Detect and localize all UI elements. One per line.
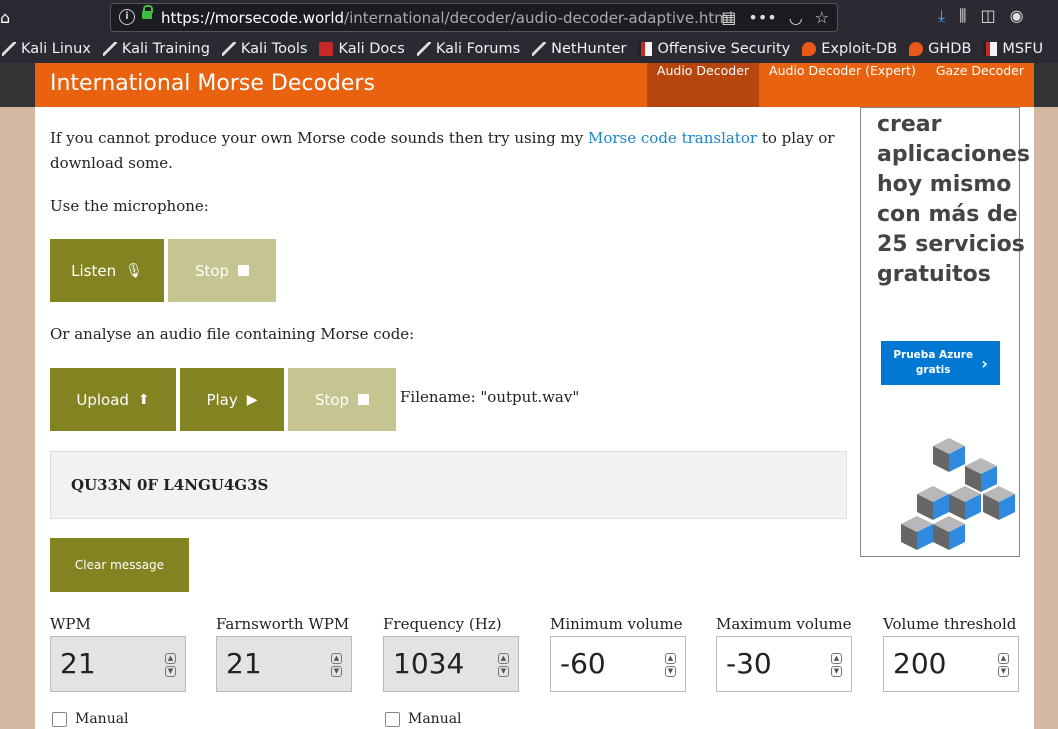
decoded-message: QU33N 0F L4NGU4G3S xyxy=(71,476,269,494)
minimum-volume-label: Minimum volume xyxy=(550,615,683,633)
bookmark-item[interactable]: Kali Training xyxy=(102,41,210,57)
kali-dragon-icon xyxy=(221,42,236,56)
wpm-manual-checkbox[interactable]: Manual xyxy=(52,711,129,727)
farnsworth-wpm-input: 21 ▲ ▼ xyxy=(216,636,352,692)
page-content: International Morse Decoders Audio Decod… xyxy=(35,63,1034,729)
volume-threshold-input[interactable]: 200 ▲ ▼ xyxy=(883,636,1019,692)
microphone-icon: 🎙 xyxy=(125,262,143,279)
address-bar[interactable]: i https://morsecode.world/international/… xyxy=(110,3,838,32)
site-nav: Audio Decoder Audio Decoder (Expert) Gaz… xyxy=(646,63,1034,107)
azure-ad[interactable]: crear aplicaciones hoy mismo con más de … xyxy=(860,107,1030,557)
bookmark-item[interactable]: Kali Docs xyxy=(319,41,405,57)
listen-button[interactable]: Listen 🎙 xyxy=(50,239,164,302)
spinner-arrows-icon[interactable]: ▲ ▼ xyxy=(998,653,1009,677)
ad-cta-button[interactable]: Prueba Azure gratis › xyxy=(881,341,1000,385)
reader-view-icon[interactable]: ▤ xyxy=(721,8,736,27)
minimum-volume-input[interactable]: -60 ▲ ▼ xyxy=(550,636,686,692)
spinner-arrows-icon[interactable]: ▲ ▼ xyxy=(831,653,842,677)
site-title[interactable]: International Morse Decoders xyxy=(50,71,375,96)
bookmark-item[interactable]: Exploit-DB xyxy=(802,41,897,57)
mic-stop-button[interactable]: Stop xyxy=(168,239,276,302)
exploitdb-icon xyxy=(909,42,924,56)
upload-icon: ⬆ xyxy=(137,391,150,408)
frequency-input: 1034 ▲ ▼ xyxy=(383,636,519,692)
home-icon[interactable]: ⌂ xyxy=(0,8,10,27)
kali-dragon-icon xyxy=(102,42,117,56)
clear-message-button[interactable]: Clear message xyxy=(50,538,189,592)
exploitdb-icon xyxy=(802,42,817,56)
site-header: International Morse Decoders Audio Decod… xyxy=(35,63,1034,107)
wpm-label: WPM xyxy=(50,615,91,633)
kali-docs-icon xyxy=(319,42,334,56)
filename-text: Filename: "output.wav" xyxy=(400,388,580,406)
bookmark-item[interactable]: Kali Tools xyxy=(221,41,307,57)
stop-icon xyxy=(238,265,250,276)
bookmark-item[interactable]: MSFU xyxy=(983,41,1043,57)
nav-audio-decoder[interactable]: Audio Decoder xyxy=(646,63,760,107)
page-actions-icon[interactable]: ••• xyxy=(748,8,776,27)
bookmark-item[interactable]: Kali Forums xyxy=(416,41,520,57)
frequency-label: Frequency (Hz) xyxy=(383,615,502,633)
download-icon[interactable]: ⤓ xyxy=(938,6,945,26)
library-icon[interactable]: ⫼ xyxy=(959,6,966,26)
url-text: https://morsecode.world/international/de… xyxy=(161,9,734,27)
cubes-illustration xyxy=(901,438,1015,550)
account-icon[interactable]: ◉ xyxy=(1010,6,1024,26)
kali-dragon-icon xyxy=(532,42,547,56)
sidebar-icon[interactable]: ◫ xyxy=(980,6,995,26)
play-icon: ▶ xyxy=(246,391,258,408)
bookmark-item[interactable]: GHDB xyxy=(909,41,971,57)
offsec-icon xyxy=(638,42,653,56)
spinner-arrows-icon[interactable]: ▲ ▼ xyxy=(665,653,676,677)
spinner-arrows-icon[interactable]: ▲ ▼ xyxy=(165,653,176,677)
upload-button[interactable]: Upload ⬆ xyxy=(50,368,176,431)
info-icon[interactable]: i xyxy=(119,9,135,25)
play-button[interactable]: Play ▶ xyxy=(180,368,284,431)
file-stop-button[interactable]: Stop xyxy=(288,368,396,431)
lock-icon xyxy=(142,5,153,19)
offsec-icon xyxy=(983,42,998,56)
pocket-icon[interactable]: ◡ xyxy=(789,8,803,27)
file-label: Or analyse an audio file containing Mors… xyxy=(50,325,415,343)
decoded-message-box: QU33N 0F L4NGU4G3S xyxy=(50,451,847,519)
address-bar-actions: ▤ ••• ◡ ☆ xyxy=(721,8,829,27)
toolbar-right: ⤓ ⫼ ◫ ◉ xyxy=(938,6,1024,26)
chevron-right-icon: › xyxy=(981,353,988,373)
nav-gaze-decoder[interactable]: Gaze Decoder xyxy=(926,63,1034,107)
intro-text: If you cannot produce your own Morse cod… xyxy=(50,129,835,172)
maximum-volume-input[interactable]: -30 ▲ ▼ xyxy=(716,636,852,692)
stop-icon xyxy=(358,394,370,405)
bookmark-star-icon[interactable]: ☆ xyxy=(815,8,829,27)
kali-dragon-icon xyxy=(2,42,16,56)
maximum-volume-label: Maximum volume xyxy=(716,615,852,633)
translator-link[interactable]: Morse code translator xyxy=(588,129,757,147)
bookmarks-bar: Kali Linux Kali Training Kali Tools Kali Do… xyxy=(0,35,1058,63)
farnsworth-wpm-label: Farnsworth WPM xyxy=(216,615,350,633)
volume-threshold-label: Volume threshold xyxy=(883,615,1017,633)
wpm-input: 21 ▲ ▼ xyxy=(50,636,186,692)
spinner-arrows-icon[interactable]: ▲ ▼ xyxy=(498,653,509,677)
spinner-arrows-icon[interactable]: ▲ ▼ xyxy=(331,653,342,677)
bookmark-item[interactable]: NetHunter xyxy=(532,41,626,57)
ad-text: crear aplicaciones hoy mismo con más de … xyxy=(877,112,1030,287)
mic-label: Use the microphone: xyxy=(50,197,209,215)
nav-audio-decoder-expert[interactable]: Audio Decoder (Expert) xyxy=(759,63,926,107)
bookmark-item[interactable]: Offensive Security xyxy=(638,41,790,57)
frequency-manual-checkbox[interactable]: Manual xyxy=(385,711,462,727)
bookmark-item[interactable]: Kali Linux xyxy=(2,41,91,57)
browser-toolbar: ⌂ i https://morsecode.world/internationa… xyxy=(0,0,1058,35)
kali-dragon-icon xyxy=(416,42,431,56)
